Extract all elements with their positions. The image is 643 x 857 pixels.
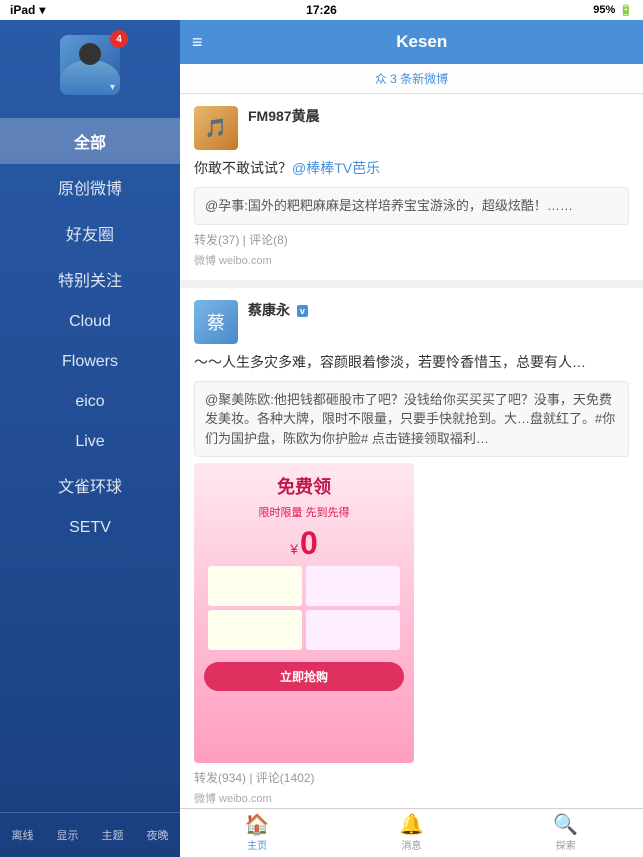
wifi-icon: ▾ <box>39 3 45 17</box>
post-avatar: 🎵 <box>194 106 238 150</box>
status-left: iPad ▾ <box>10 3 45 17</box>
hashtag[interactable]: #你们为国护盘，陈欧为你护脸# <box>205 411 615 446</box>
search-icon: 🔍 <box>553 815 578 835</box>
mention-link[interactable]: @棒棒TV芭乐 <box>292 160 380 176</box>
status-right: 95% 🔋 <box>593 4 633 17</box>
promo-content: 免费领 限时限量 先到先得 ¥ 0 立即抢购 <box>194 463 414 701</box>
ipad-label: iPad <box>10 3 35 17</box>
post-username: 蔡康永 v <box>248 300 629 320</box>
tab-explore-label: 探索 <box>556 837 576 852</box>
post-card: 🎵 FM987黄晨 你敢不敢试试？@棒棒TV芭乐 @孕事:国外的粑粑麻麻是这样培… <box>180 94 643 280</box>
sidebar-nav: 全部 原创微博 好友圈 特别关注 Cloud Flowers eico Live… <box>0 118 180 812</box>
offline-button[interactable]: 离线 <box>6 823 40 847</box>
tab-messages[interactable]: 🔔 消息 <box>334 809 488 857</box>
bell-icon: 🔔 <box>399 815 424 835</box>
post-info: FM987黄晨 <box>248 106 629 128</box>
post-avatar: 蔡 <box>194 300 238 344</box>
tab-main[interactable]: 🏠 主页 <box>180 809 334 857</box>
mention-link-2[interactable]: @孕事 <box>205 198 244 213</box>
promo-item <box>306 610 400 650</box>
promo-button[interactable]: 立即抢购 <box>204 662 404 691</box>
sidebar-item-setv[interactable]: SETV <box>0 508 180 548</box>
top-nav-title: Kesen <box>213 32 631 52</box>
post-source: 微博 weibo.com <box>194 790 629 806</box>
post-image: 免费领 限时限量 先到先得 ¥ 0 立即抢购 <box>194 463 414 763</box>
bottom-tab-bar: 🏠 主页 🔔 消息 🔍 探索 <box>180 808 643 857</box>
sidebar: 4 ▾ 全部 原创微博 好友圈 特别关注 Cloud Flowers eico … <box>0 20 180 857</box>
app-container: 4 ▾ 全部 原创微博 好友圈 特别关注 Cloud Flowers eico … <box>0 20 643 857</box>
sidebar-header: 4 ▾ <box>0 20 180 118</box>
quoted-block: @聚美陈欧:他把钱都砸股市了吧？没钱给你买买买了吧？没事，天免费发美妆。各种大牌… <box>194 381 629 458</box>
sidebar-item-all[interactable]: 全部 <box>0 118 180 164</box>
post-header: 🎵 FM987黄晨 <box>194 106 629 150</box>
promo-item <box>306 566 400 606</box>
tab-main-label: 主页 <box>247 837 267 852</box>
sidebar-item-wenjue[interactable]: 文雀环球 <box>0 462 180 508</box>
mention-link-3[interactable]: @聚美陈欧 <box>205 392 270 407</box>
theme-button[interactable]: 主题 <box>96 823 130 847</box>
promo-price: 0 <box>300 525 318 562</box>
top-nav: ≡ Kesen <box>180 20 643 64</box>
battery-icon: 🔋 <box>619 4 633 17</box>
promo-items <box>204 562 404 654</box>
post-actions[interactable]: 转发(934) | 评论(1402) <box>194 769 629 786</box>
feed[interactable]: 🎵 FM987黄晨 你敢不敢试试？@棒棒TV芭乐 @孕事:国外的粑粑麻麻是这样培… <box>180 94 643 808</box>
battery-label: 95% <box>593 4 615 16</box>
sidebar-item-special[interactable]: 特别关注 <box>0 256 180 302</box>
notification-badge: 4 <box>110 30 128 48</box>
post-card: 蔡 蔡康永 v ～～人生多灾多难，容颜眼着惨淡，若要怜香惜玉，总要有人… @聚美… <box>180 288 643 809</box>
night-button[interactable]: 夜晚 <box>141 823 175 847</box>
sidebar-item-eico[interactable]: eico <box>0 382 180 422</box>
sidebar-item-flowers[interactable]: Flowers <box>0 342 180 382</box>
home-icon: 🏠 <box>245 815 270 835</box>
sidebar-item-cloud[interactable]: Cloud <box>0 302 180 342</box>
status-time: 17:26 <box>306 3 337 17</box>
sidebar-footer: 离线 显示 主题 夜晚 <box>0 812 180 857</box>
chevron-down-icon: ▾ <box>110 82 115 93</box>
main-content: ≡ Kesen 众 3 条新微博 🎵 FM987黄晨 你敢不敢试试？@棒棒TV芭… <box>180 20 643 857</box>
post-username: FM987黄晨 <box>248 106 629 126</box>
sidebar-item-friends[interactable]: 好友圈 <box>0 210 180 256</box>
post-text: 你敢不敢试试？@棒棒TV芭乐 <box>194 158 629 179</box>
sidebar-item-live[interactable]: Live <box>0 422 180 462</box>
tab-explore[interactable]: 🔍 探索 <box>489 809 643 857</box>
post-header: 蔡 蔡康永 v <box>194 300 629 344</box>
verified-badge: v <box>297 305 308 317</box>
avatar-wrapper[interactable]: 4 ▾ <box>60 35 120 95</box>
display-button[interactable]: 显示 <box>51 823 85 847</box>
post-source: 微博 weibo.com <box>194 252 629 268</box>
promo-title: 免费领 <box>204 473 404 499</box>
sidebar-item-original[interactable]: 原创微博 <box>0 164 180 210</box>
post-text: ～～人生多灾多难，容颜眼着惨淡，若要怜香惜玉，总要有人… <box>194 352 629 373</box>
promo-item <box>208 610 302 650</box>
tab-messages-label: 消息 <box>401 837 421 852</box>
new-posts-banner[interactable]: 众 3 条新微博 <box>180 64 643 94</box>
quoted-block: @孕事:国外的粑粑麻麻是这样培养宝宝游泳的，超级炫酷！…… <box>194 187 629 225</box>
hamburger-icon[interactable]: ≡ <box>192 33 203 51</box>
post-actions[interactable]: 转发(37) | 评论(8) <box>194 231 629 248</box>
post-info: 蔡康永 v <box>248 300 629 322</box>
promo-item <box>208 566 302 606</box>
status-bar: iPad ▾ 17:26 95% 🔋 <box>0 0 643 20</box>
